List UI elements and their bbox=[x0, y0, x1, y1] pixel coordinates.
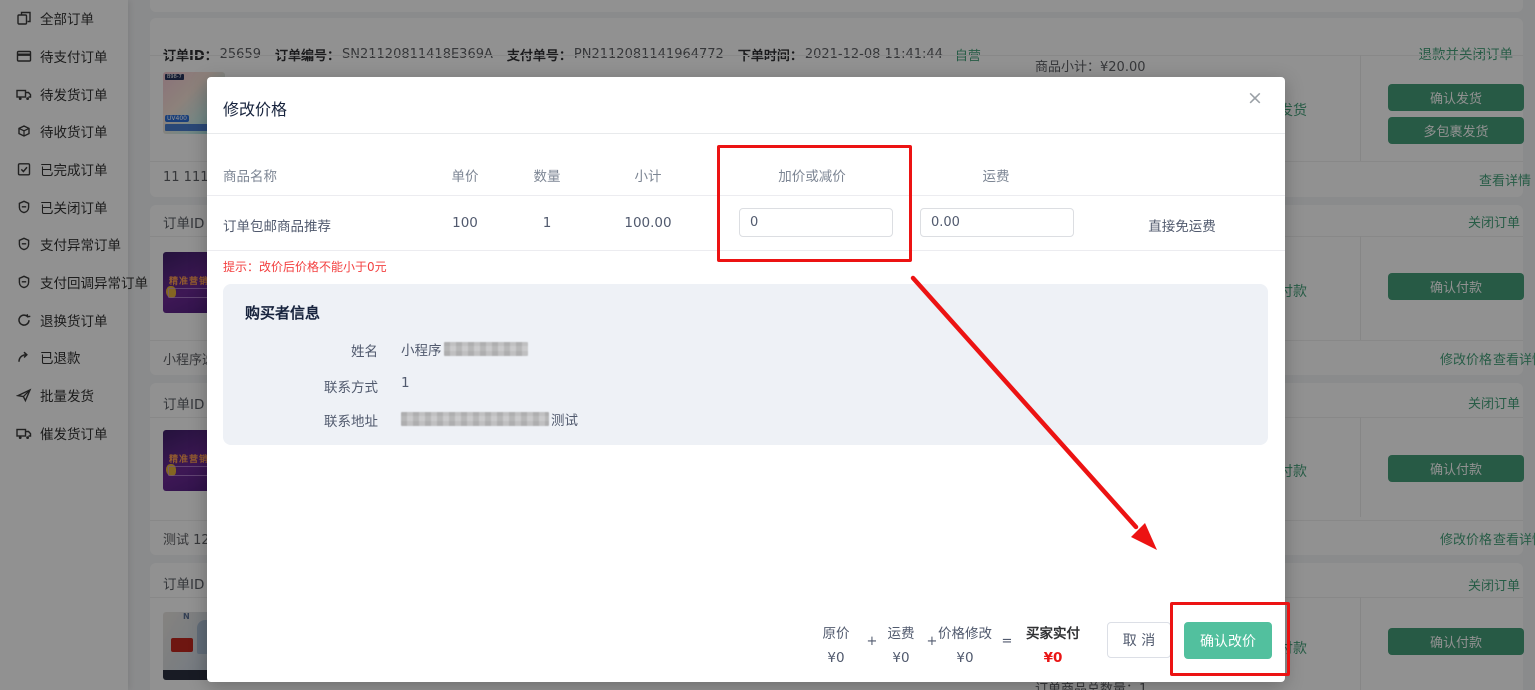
summary-shipping-value: ¥0 bbox=[866, 650, 936, 666]
summary-original: 原价 ¥0 bbox=[801, 622, 871, 666]
col-header-freight: 运费 bbox=[983, 165, 1010, 185]
buyer-name-label: 姓名 bbox=[263, 340, 378, 360]
cell-unit-price: 100 bbox=[452, 215, 478, 231]
cancel-button[interactable]: 取 消 bbox=[1107, 622, 1171, 658]
buyer-address-value: 测试 bbox=[401, 409, 578, 429]
col-header-product-name: 商品名称 bbox=[223, 165, 277, 185]
buyer-info-panel: 购买者信息 姓名 小程序 联系方式 1 联系地址 测试 bbox=[223, 284, 1268, 445]
price-tip-text: 提示：改价后价格不能小于0元 bbox=[223, 258, 387, 275]
buyer-address-label: 联系地址 bbox=[263, 410, 378, 430]
buyer-info-title: 购买者信息 bbox=[245, 302, 320, 323]
redacted-block bbox=[401, 412, 549, 426]
summary-pay-label: 买家实付 bbox=[1018, 622, 1088, 642]
freight-input[interactable] bbox=[920, 208, 1074, 237]
summary-original-label: 原价 bbox=[801, 622, 871, 642]
buyer-name-value: 小程序 bbox=[401, 339, 528, 359]
adjust-price-input[interactable] bbox=[739, 208, 893, 237]
dialog-title: 修改价格 bbox=[223, 96, 287, 120]
free-shipping-option[interactable]: 直接免运费 bbox=[1148, 215, 1216, 235]
cell-subtotal: 100.00 bbox=[624, 215, 671, 231]
cell-qty: 1 bbox=[543, 215, 552, 231]
summary-adjust-value: ¥0 bbox=[930, 650, 1000, 666]
summary-shipping: 运费 ¥0 bbox=[866, 622, 936, 666]
summary-adjust-label: 价格修改 bbox=[930, 622, 1000, 642]
buyer-name-text: 小程序 bbox=[401, 339, 442, 359]
summary-shipping-label: 运费 bbox=[866, 622, 936, 642]
summary-original-value: ¥0 bbox=[801, 650, 871, 666]
buyer-contact-value: 1 bbox=[401, 375, 410, 391]
buyer-address-suffix: 测试 bbox=[551, 409, 578, 429]
col-header-unit-price: 单价 bbox=[452, 165, 479, 185]
modify-price-dialog: 修改价格 × 商品名称 单价 数量 小计 加价或减价 运费 订单包邮商品推荐 1… bbox=[207, 77, 1285, 682]
summary-adjust: 价格修改 ¥0 bbox=[930, 622, 1000, 666]
confirm-price-change-button[interactable]: 确认改价 bbox=[1184, 622, 1272, 659]
buyer-contact-text: 1 bbox=[401, 375, 410, 391]
equals-sign: = bbox=[1002, 634, 1013, 649]
col-header-qty: 数量 bbox=[534, 165, 561, 185]
summary-buyer-pay: 买家实付 ¥0 bbox=[1018, 622, 1088, 666]
redacted-block bbox=[444, 342, 528, 356]
col-header-adjust: 加价或减价 bbox=[778, 165, 846, 185]
cell-product-name: 订单包邮商品推荐 bbox=[223, 215, 331, 235]
summary-pay-value: ¥0 bbox=[1018, 650, 1088, 666]
close-icon[interactable]: × bbox=[1247, 89, 1263, 108]
buyer-contact-label: 联系方式 bbox=[263, 376, 378, 396]
col-header-subtotal: 小计 bbox=[635, 165, 662, 185]
order-admin-app: 订单ID：25659 订单编号：SN21120811418E369A 支付单号：… bbox=[0, 0, 1535, 690]
